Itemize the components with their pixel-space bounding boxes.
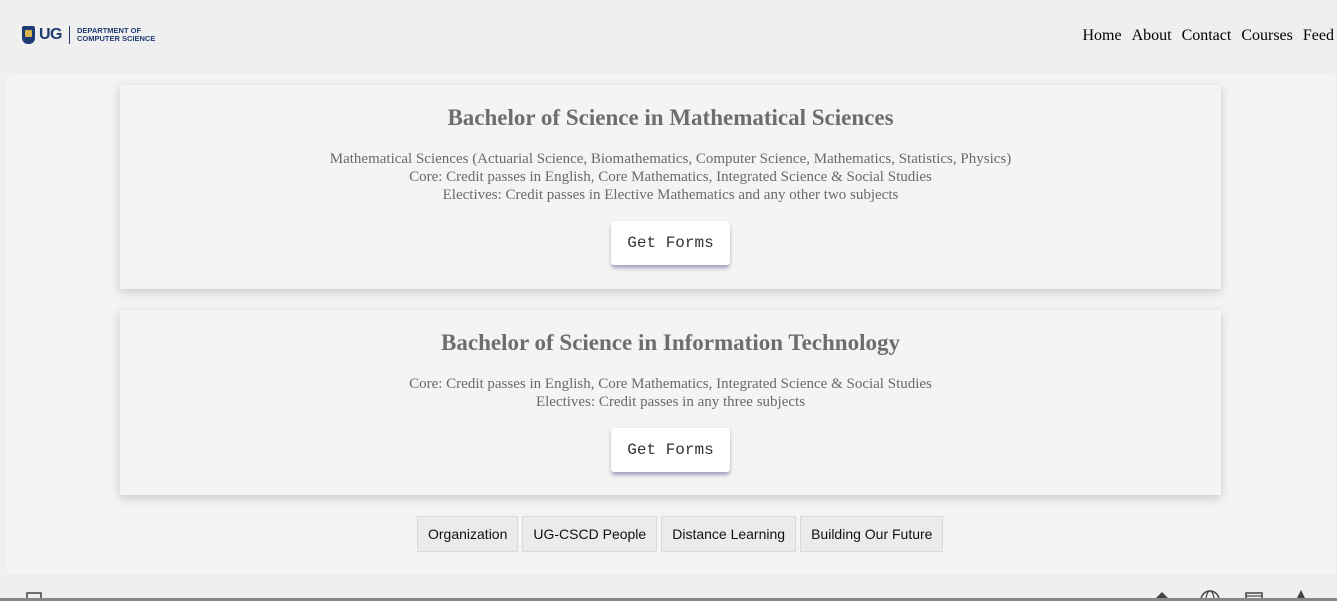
- requirement-line: Electives: Credit passes in Elective Mat…: [442, 187, 899, 203]
- logo-divider: [69, 26, 70, 44]
- nav-home[interactable]: Home: [1082, 27, 1121, 45]
- program-requirements: Core: Credit passes in English, Core Mat…: [120, 375, 1221, 411]
- nav-contact[interactable]: Contact: [1182, 27, 1232, 45]
- program-title: Bachelor of Science in Information Techn…: [441, 330, 900, 355]
- link-distance-learning[interactable]: Distance Learning: [661, 516, 797, 552]
- logo-department: DEPARTMENT OF COMPUTER SCIENCE: [77, 27, 155, 43]
- requirement-line: Core: Credit passes in English, Core Mat…: [409, 169, 932, 185]
- nav-feed[interactable]: Feed: [1303, 27, 1334, 45]
- calendar-icon[interactable]: [1245, 588, 1263, 598]
- site-logo[interactable]: UG DEPARTMENT OF COMPUTER SCIENCE: [22, 26, 155, 44]
- program-card-math: Bachelor of Science in Mathematical Scie…: [120, 85, 1221, 289]
- nav-about[interactable]: About: [1132, 27, 1172, 45]
- user-icon[interactable]: [1293, 588, 1309, 598]
- program-requirements: Mathematical Sciences (Actuarial Science…: [120, 150, 1221, 204]
- get-forms-button[interactable]: Get Forms: [611, 221, 730, 265]
- quick-links: Organization UG-CSCD People Distance Lea…: [417, 516, 944, 552]
- nav-courses[interactable]: Courses: [1241, 27, 1293, 45]
- logo-mark: UG: [39, 26, 63, 43]
- mail-icon[interactable]: [26, 588, 42, 598]
- site-header: UG DEPARTMENT OF COMPUTER SCIENCE Home A…: [0, 0, 1337, 74]
- link-building-our-future[interactable]: Building Our Future: [800, 516, 944, 552]
- get-forms-button[interactable]: Get Forms: [611, 428, 730, 472]
- link-ug-cscd-people[interactable]: UG-CSCD People: [522, 516, 658, 552]
- home-icon[interactable]: [1154, 588, 1170, 598]
- main-nav: Home About Contact Courses Feed: [1082, 27, 1334, 45]
- globe-icon[interactable]: [1200, 588, 1220, 598]
- requirement-line: Mathematical Sciences (Actuarial Science…: [329, 151, 1012, 167]
- program-title: Bachelor of Science in Mathematical Scie…: [447, 105, 894, 130]
- footer: [0, 574, 1337, 601]
- requirement-line: Electives: Credit passes in any three su…: [535, 394, 806, 410]
- main-content: Bachelor of Science in Mathematical Scie…: [7, 74, 1336, 574]
- requirement-line: Core: Credit passes in English, Core Mat…: [409, 376, 932, 392]
- link-organization[interactable]: Organization: [417, 516, 519, 552]
- logo-dept-line2: COMPUTER SCIENCE: [77, 34, 156, 43]
- program-card-it: Bachelor of Science in Information Techn…: [120, 310, 1221, 495]
- crest-icon: [22, 26, 35, 44]
